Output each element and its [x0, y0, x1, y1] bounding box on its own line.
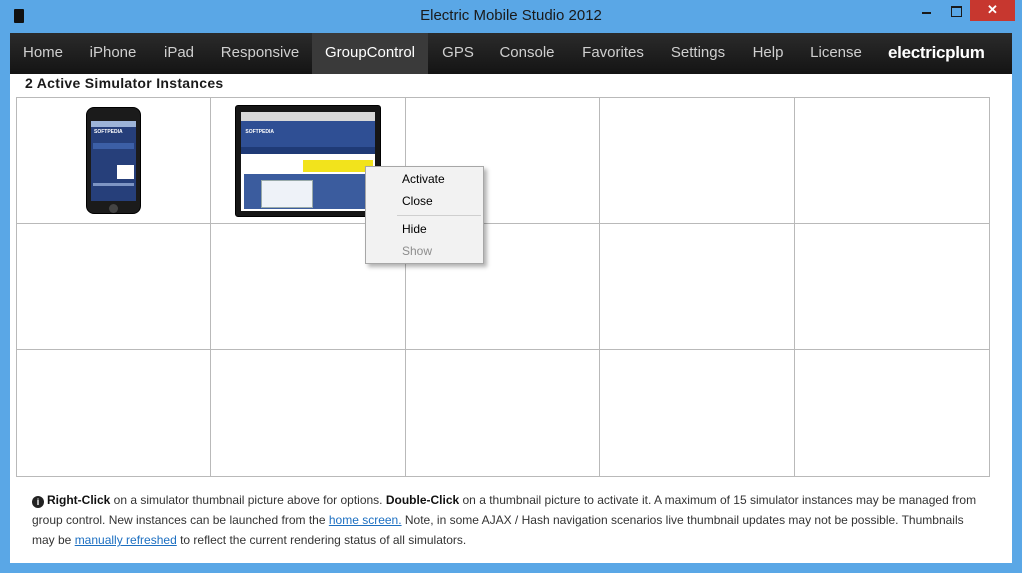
nav-settings[interactable]: Settings	[660, 33, 736, 74]
thumbnail-screen: SOFTPEDIA	[91, 121, 136, 201]
title-bar[interactable]: Electric Mobile Studio 2012 ✕	[0, 0, 1022, 33]
electricplum-logo[interactable]: electricplum	[888, 33, 985, 74]
nav-responsive[interactable]: Responsive	[208, 33, 312, 74]
group-control-panel: 2 Active Simulator Instances SOFTPEDIA S…	[10, 74, 1012, 563]
close-icon: ✕	[987, 2, 998, 17]
menu-separator	[397, 215, 481, 216]
right-click-label: Right-Click	[47, 493, 111, 507]
info-icon: i	[32, 496, 44, 508]
menu-item-hide[interactable]: Hide	[367, 218, 482, 240]
menu-item-show: Show	[402, 244, 433, 258]
nav-iphone[interactable]: iPhone	[76, 33, 150, 74]
iphone-thumbnail[interactable]: SOFTPEDIA	[86, 107, 141, 214]
grid-cell[interactable]	[600, 350, 795, 476]
menu-item-activate[interactable]: Activate	[367, 168, 482, 190]
double-click-label: Double-Click	[385, 493, 460, 507]
help-text: i Right-Click on a simulator thumbnail pi…	[32, 490, 982, 550]
home-screen-link[interactable]: home screen.	[329, 513, 402, 527]
grid-cell[interactable]	[17, 224, 212, 350]
grid-cell[interactable]	[17, 350, 212, 476]
grid-cell[interactable]	[600, 98, 795, 224]
main-nav: Home iPhone iPad Responsive GroupControl…	[10, 33, 1012, 74]
context-menu: Activate Close Hide Show	[365, 166, 484, 264]
help-text-4: to reflect the current rendering status …	[176, 533, 467, 547]
maximize-button[interactable]	[943, 0, 970, 21]
menu-item-close[interactable]: Close	[367, 190, 482, 212]
thumbnail-brand: SOFTPEDIA	[245, 129, 275, 135]
window-title: Electric Mobile Studio 2012	[420, 7, 602, 24]
close-button[interactable]: ✕	[970, 0, 1015, 21]
grid-cell[interactable]	[794, 98, 989, 224]
thumbnail-screen: SOFTPEDIA	[241, 112, 376, 211]
nav-help[interactable]: Help	[736, 33, 800, 74]
home-button-graphic	[109, 204, 118, 213]
nav-license[interactable]: License	[800, 33, 872, 74]
nav-console[interactable]: Console	[488, 33, 566, 74]
ipad-thumbnail[interactable]: SOFTPEDIA	[235, 105, 382, 217]
manual-refresh-link[interactable]: manually refreshed	[75, 533, 177, 547]
simulator-grid: SOFTPEDIA SOFTPEDIA	[16, 97, 990, 477]
app-window: Electric Mobile Studio 2012 ✕ Home iPhon…	[0, 0, 1022, 573]
grid-cell[interactable]	[406, 350, 601, 476]
thumbnail-brand: SOFTPEDIA	[94, 129, 123, 135]
grid-cell[interactable]: SOFTPEDIA	[17, 98, 212, 224]
grid-cell[interactable]	[795, 350, 989, 476]
grid-cell[interactable]	[211, 350, 406, 476]
grid-cell[interactable]	[794, 224, 989, 350]
nav-gps[interactable]: GPS	[428, 33, 488, 74]
nav-groupcontrol[interactable]: GroupControl	[312, 33, 428, 74]
help-text-1: on a simulator thumbnail picture above f…	[110, 493, 386, 507]
grid-cell[interactable]	[600, 224, 795, 350]
nav-ipad[interactable]: iPad	[150, 33, 208, 74]
minimize-button[interactable]	[910, 0, 943, 21]
page-title: 2 Active Simulator Instances	[25, 75, 224, 91]
nav-home[interactable]: Home	[10, 33, 76, 74]
nav-favorites[interactable]: Favorites	[566, 33, 660, 74]
